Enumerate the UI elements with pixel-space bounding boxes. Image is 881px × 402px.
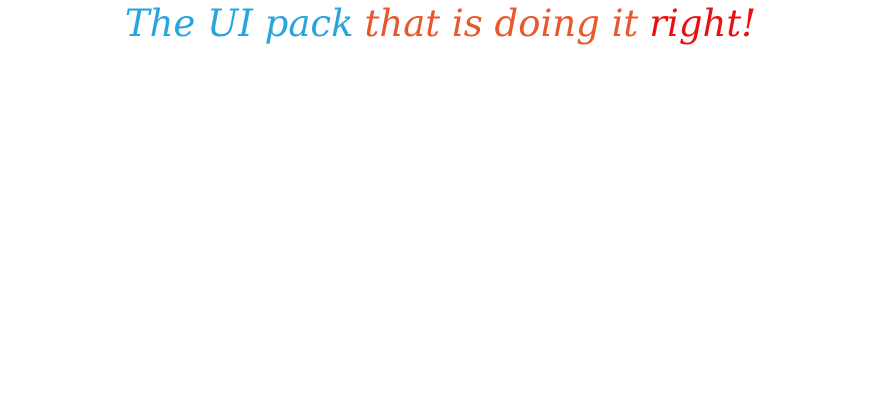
- headline-part-2: that is doing it: [364, 2, 639, 45]
- headline: The UI pack that is doing it right!: [0, 0, 881, 48]
- headline-part-3: right!: [649, 2, 757, 45]
- headline-part-1: The UI pack: [124, 2, 354, 45]
- page: The UI pack that is doing it right!: [0, 0, 881, 402]
